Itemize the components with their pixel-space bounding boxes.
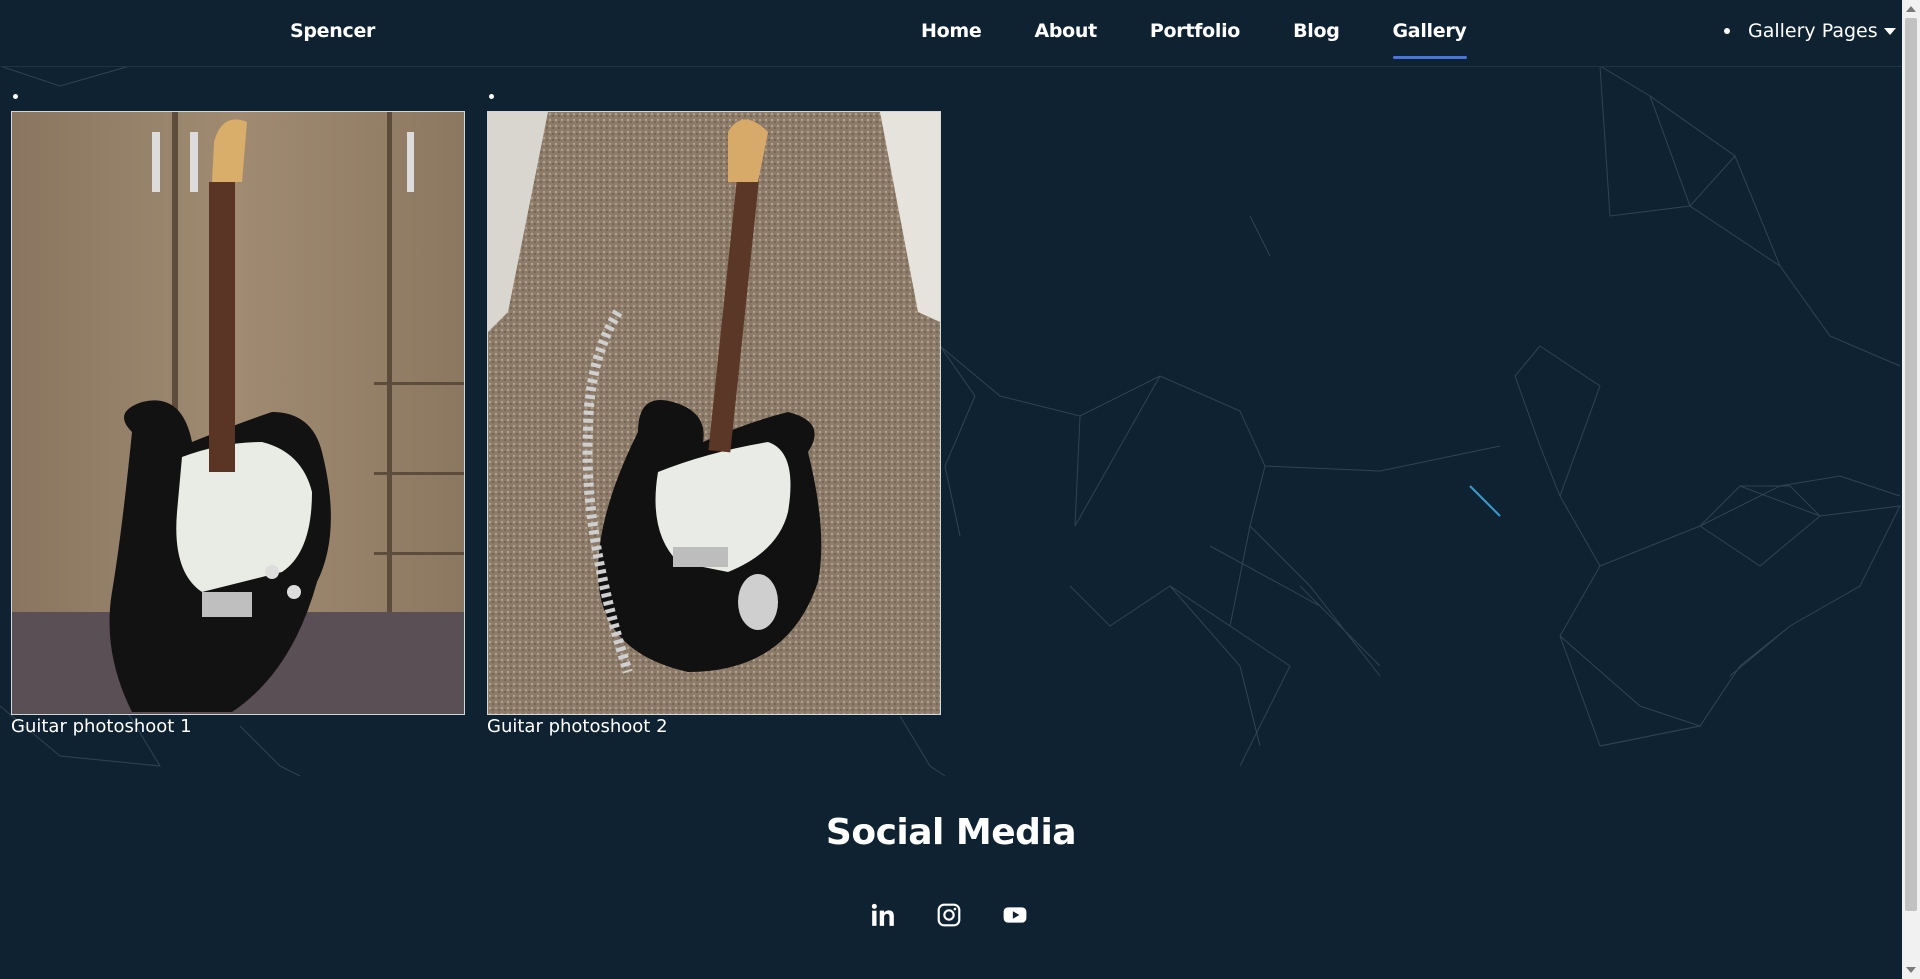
nav-link-portfolio[interactable]: Portfolio [1150, 20, 1240, 42]
nav-link-gallery[interactable]: Gallery [1392, 20, 1467, 59]
scroll-up-arrow-icon[interactable] [1906, 6, 1916, 12]
top-navbar: Spencer Home About Portfolio Blog Galler… [0, 0, 1902, 67]
gallery-photo-guitar-2[interactable] [487, 111, 941, 715]
gallery-caption[interactable]: Guitar photoshoot 1 [11, 716, 192, 737]
list-bullet-icon [13, 94, 18, 99]
vertical-scrollbar[interactable] [1902, 0, 1920, 979]
list-bullet-icon [489, 94, 494, 99]
scroll-down-arrow-icon[interactable] [1906, 967, 1916, 973]
linkedin-icon[interactable] [870, 902, 896, 928]
nav-link-home[interactable]: Home [921, 20, 982, 42]
youtube-icon[interactable] [1002, 902, 1028, 928]
social-icons [870, 902, 1028, 928]
gallery-caption[interactable]: Guitar photoshoot 2 [487, 716, 668, 737]
nav-links: Home About Portfolio Blog Gallery [921, 20, 1520, 59]
nav-link-about[interactable]: About [1034, 20, 1097, 42]
gallery-pages-dropdown[interactable]: Gallery Pages [1724, 20, 1896, 42]
page: Spencer Home About Portfolio Blog Galler… [0, 0, 1902, 979]
guitar-photo-1 [12, 112, 464, 714]
gallery-pages-label: Gallery Pages [1748, 20, 1878, 42]
gallery-photo-guitar-1[interactable] [11, 111, 465, 715]
bullet-icon [1724, 28, 1730, 34]
instagram-icon[interactable] [936, 902, 962, 928]
scrollbar-thumb[interactable] [1905, 18, 1917, 911]
guitar-photo-2 [488, 112, 940, 714]
site-brand[interactable]: Spencer [290, 20, 375, 42]
social-media-heading: Social Media [825, 812, 1077, 853]
nav-link-blog[interactable]: Blog [1293, 20, 1340, 42]
caret-down-icon [1883, 27, 1896, 35]
